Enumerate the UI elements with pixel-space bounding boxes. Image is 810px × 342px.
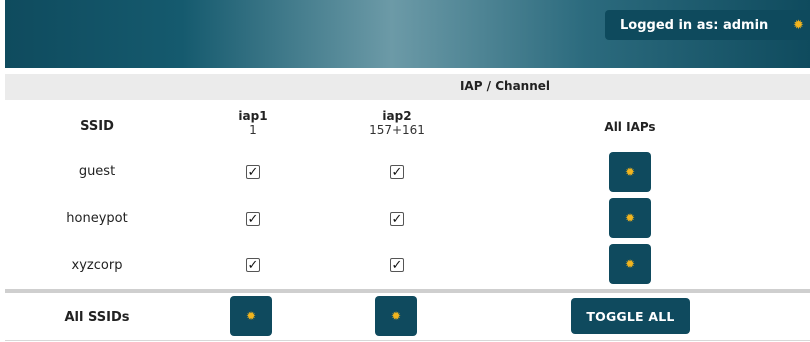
- top-header: Logged in as: admin ✹: [5, 0, 810, 68]
- checkmark-icon: ✓: [391, 164, 403, 180]
- ssid-column-header: SSID: [80, 119, 114, 134]
- iap1-channel: 1: [249, 123, 257, 137]
- checkmark-icon: ✓: [247, 164, 259, 180]
- checkmark-icon: ✓: [247, 257, 259, 273]
- iap1-honeypot-checkbox[interactable]: ✓: [246, 212, 260, 226]
- gear-icon: ✹: [624, 165, 636, 179]
- checkmark-icon: ✓: [391, 257, 403, 273]
- login-status-box[interactable]: Logged in as: admin ✹: [605, 10, 810, 40]
- login-status-text: Logged in as: admin: [620, 17, 769, 33]
- all-ssids-label: All SSIDs: [64, 310, 130, 325]
- iap2-channel: 157+161: [369, 123, 425, 137]
- iap2-guest-checkbox[interactable]: ✓: [390, 165, 404, 179]
- iap1-column-header: iap1 1: [213, 109, 293, 137]
- iap1-name: iap1: [238, 109, 268, 123]
- guest-all-iaps-button[interactable]: ✹: [609, 152, 651, 192]
- table-divider: [5, 289, 810, 293]
- bottom-border: [5, 340, 810, 341]
- iap1-xyzcorp-checkbox[interactable]: ✓: [246, 258, 260, 272]
- iap2-column-header: iap2 157+161: [347, 109, 447, 137]
- honeypot-all-iaps-button[interactable]: ✹: [609, 198, 651, 238]
- ssid-row-label: honeypot: [66, 211, 128, 226]
- checkmark-icon: ✓: [247, 211, 259, 227]
- iap2-xyzcorp-checkbox[interactable]: ✓: [390, 258, 404, 272]
- gear-icon: ✹: [390, 309, 402, 323]
- ssid-row-label: xyzcorp: [71, 258, 123, 273]
- iap-channel-band: IAP / Channel: [5, 74, 810, 100]
- gear-icon[interactable]: ✹: [793, 19, 804, 32]
- iap1-all-ssids-button[interactable]: ✹: [230, 296, 272, 336]
- iap2-all-ssids-button[interactable]: ✹: [375, 296, 417, 336]
- ssid-row-label: guest: [78, 164, 116, 179]
- all-iaps-column-header: All IAPs: [580, 120, 680, 134]
- gear-icon: ✹: [624, 211, 636, 225]
- iap1-guest-checkbox[interactable]: ✓: [246, 165, 260, 179]
- gear-icon: ✹: [245, 309, 257, 323]
- iap2-name: iap2: [382, 109, 412, 123]
- iap-ssid-page: Logged in as: admin ✹ IAP / Channel SSID…: [0, 0, 810, 342]
- toggle-all-button[interactable]: TOGGLE ALL: [571, 298, 690, 334]
- checkmark-icon: ✓: [391, 211, 403, 227]
- gear-icon: ✹: [624, 257, 636, 271]
- iap-channel-title: IAP / Channel: [459, 79, 551, 93]
- all-iaps-name: All IAPs: [604, 120, 656, 134]
- iap2-honeypot-checkbox[interactable]: ✓: [390, 212, 404, 226]
- xyzcorp-all-iaps-button[interactable]: ✹: [609, 244, 651, 284]
